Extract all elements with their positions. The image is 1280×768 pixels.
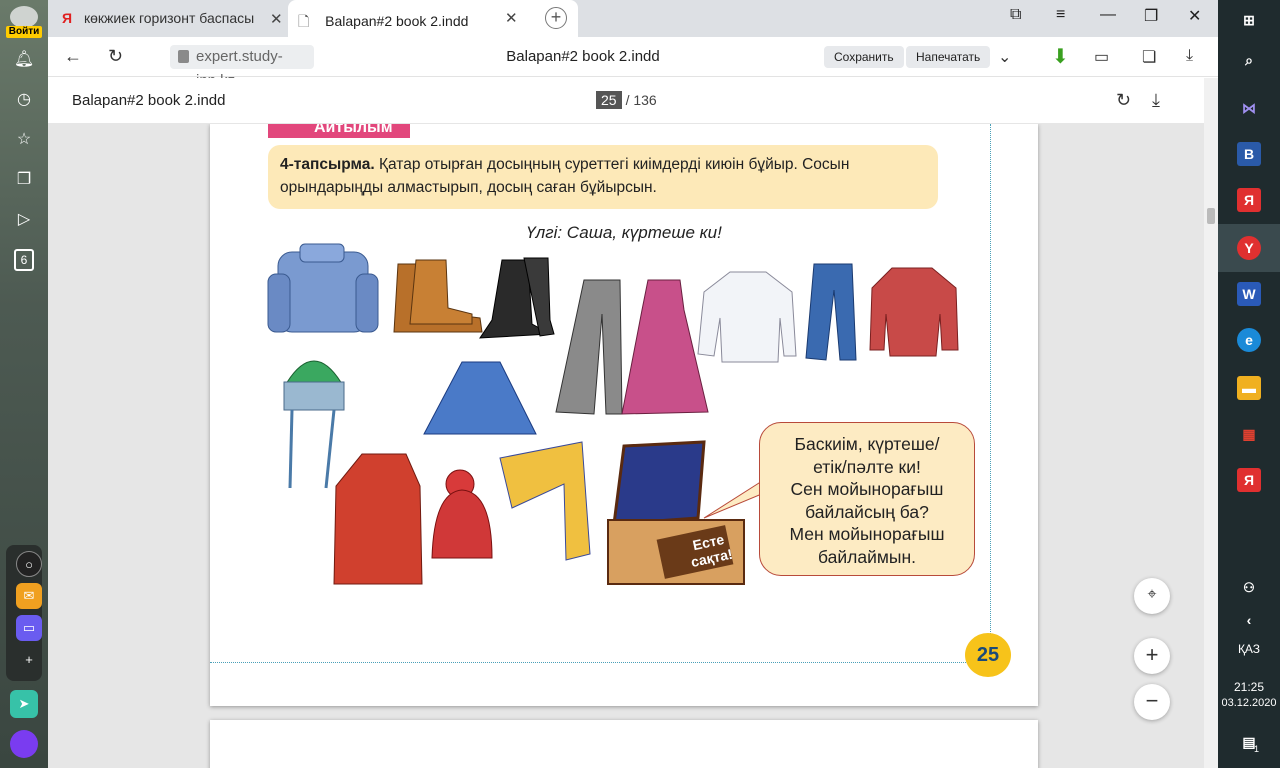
dress-image [621, 279, 709, 415]
zoom-in-button[interactable]: + [1134, 638, 1170, 674]
menu-icon[interactable]: ≡ [1056, 6, 1065, 24]
pdf-toolbar: Balapan#2 book 2.indd 25/ 136 ↻ ⤓ [48, 78, 1218, 124]
yandex-app-icon[interactable]: Я [1237, 188, 1261, 212]
clothing-illustration [267, 243, 959, 585]
add-icon[interactable]: + [16, 647, 42, 673]
bubble-line: байлаймын. [818, 546, 916, 567]
mail-icon[interactable]: ✉ [16, 583, 42, 609]
scrollbar[interactable] [1204, 78, 1218, 768]
messenger-icon[interactable]: ▭ [16, 615, 42, 641]
new-tab-button[interactable]: + [545, 7, 567, 29]
tab-label: көкжиек горизонт баспасы [83, 10, 255, 26]
browser-sidebar: Войти 🔔︎ ◷ ☆ ❐ ▷ 6 ○ ✉ ▭ + ➤ [0, 0, 48, 768]
rotate-icon[interactable]: ↻ [1116, 90, 1131, 111]
fit-page-button[interactable]: ⌖ [1134, 578, 1170, 614]
chevron-down-icon[interactable]: ⌄ [998, 47, 1011, 67]
windows-taskbar: ⊞ ⌕ ⋈ B Я Y W e ▬ ▦ Я ⚇ ‹ ҚАЗ 21:25 03.1… [1218, 0, 1280, 768]
earflap-hat-image [283, 360, 345, 489]
clock-time[interactable]: 21:25 [1218, 680, 1280, 694]
bubble-line: Баскиім, күртеше/ [794, 434, 940, 454]
tab-bar: Я көкжиек горизонт баспасы ✕ 🗋︎ Balapan#… [48, 0, 1218, 37]
restore-icon[interactable]: ❐ [1144, 6, 1158, 26]
chevron-left-icon[interactable]: ‹ [1237, 608, 1261, 632]
scrollbar-thumb[interactable] [1207, 208, 1215, 224]
yandex-browser-icon[interactable]: Y [1237, 236, 1261, 260]
download-arrow-icon[interactable]: ⬇ [1052, 44, 1069, 69]
close-tab-icon[interactable]: ✕ [505, 9, 518, 27]
store-icon[interactable]: ▦ [1237, 422, 1261, 446]
margin-guide [210, 662, 970, 663]
print-button[interactable]: Напечатать [906, 46, 991, 68]
minimize-icon[interactable]: — [1100, 6, 1116, 24]
bubble-line: Сен мойынорағыш [790, 479, 944, 499]
battery-icon[interactable]: ▭ [1094, 47, 1109, 67]
jeans-image [805, 263, 857, 361]
language-indicator[interactable]: ҚАЗ [1218, 642, 1280, 656]
history-icon[interactable]: ◷ [12, 88, 36, 112]
bubble-line: Мен мойынорағыш [789, 524, 945, 544]
brown-boots-image [393, 259, 483, 333]
pdf-page: Айтылым 4-тапсырма. Қатар отырған досыңн… [210, 124, 1038, 706]
word-icon[interactable]: W [1237, 282, 1261, 306]
save-button[interactable]: Сохранить [824, 46, 904, 68]
coat-image [333, 453, 423, 585]
tabs-count-icon[interactable]: 6 [14, 249, 34, 271]
send-icon[interactable]: ➤ [10, 690, 38, 718]
file-explorer-icon[interactable]: ▬ [1237, 376, 1261, 400]
alice-icon[interactable]: ○ [16, 551, 42, 577]
search-icon[interactable]: ⌕ [1237, 48, 1261, 72]
zoom-out-button[interactable]: − [1134, 684, 1170, 720]
beanie-image [431, 469, 493, 559]
app-b-icon[interactable]: B [1237, 142, 1261, 166]
speech-bubble: Баскиім, күртеше/ етік/пәлте ки! Сен мой… [759, 422, 975, 576]
skirt-image [423, 361, 537, 435]
next-pdf-page [210, 720, 1038, 768]
page-indicator: 25/ 136 [596, 91, 657, 109]
close-tab-icon[interactable]: ✕ [270, 10, 283, 28]
yandex-app-icon[interactable]: Я [1237, 468, 1261, 492]
total-pages: / 136 [625, 92, 657, 108]
windows-start-icon[interactable]: ⊞ [1237, 8, 1261, 32]
jacket-image [267, 243, 379, 333]
document-icon: 🗋︎ [298, 13, 310, 29]
people-icon[interactable]: ⚇ [1237, 576, 1261, 600]
sidebar-dock: ○ ✉ ▭ + [6, 545, 42, 681]
alice-assistant-icon[interactable] [10, 730, 38, 758]
yandex-icon: Я [62, 10, 73, 26]
clock-date[interactable]: 03.12.2020 [1218, 697, 1280, 709]
pdf-viewer[interactable]: Айтылым 4-тапсырма. Қатар отырған досыңн… [48, 124, 1204, 768]
download-icon[interactable]: ⤓ [1152, 90, 1160, 111]
play-icon[interactable]: ▷ [12, 208, 36, 232]
sweater-image [869, 267, 959, 357]
star-icon[interactable]: ☆ [12, 128, 36, 152]
avatar[interactable] [10, 6, 38, 28]
login-button[interactable]: Войти [6, 26, 42, 38]
extensions-icon[interactable]: ❏ [1142, 47, 1156, 67]
trousers-image [555, 279, 623, 415]
address-bar: ← ↻ expert.study-inn.kz Balapan#2 book 2… [48, 37, 1218, 89]
tab-label: Balapan#2 book 2.indd [325, 13, 469, 29]
notification-count: 1 [1254, 744, 1260, 754]
pdf-title: Balapan#2 book 2.indd [72, 92, 226, 109]
tab-balapan[interactable]: 🗋︎ Balapan#2 book 2.indd ✕ [288, 0, 578, 37]
page-number-badge: 25 [965, 633, 1011, 677]
black-boots-image [479, 257, 555, 339]
close-window-icon[interactable]: ✕ [1188, 6, 1201, 26]
shirt-image [697, 271, 797, 363]
bubble-line: етік/пәлте ки! [813, 456, 921, 477]
current-page-input[interactable]: 25 [596, 91, 622, 109]
edge-icon[interactable]: e [1237, 328, 1261, 352]
margin-guide [990, 124, 991, 664]
tab-manager-icon[interactable]: ⧉ [1010, 6, 1021, 24]
tab-kokzhiek[interactable]: Я көкжиек горизонт баспасы ✕ [52, 4, 288, 34]
bubble-line: байлайсың ба? [805, 501, 929, 522]
app-icon[interactable]: ⋈ [1237, 96, 1261, 120]
collections-icon[interactable]: ❐ [12, 168, 36, 192]
downloads-icon[interactable]: ⤓ [1186, 47, 1193, 65]
bell-icon[interactable]: 🔔︎ [12, 48, 36, 72]
scarf-image [499, 441, 591, 561]
